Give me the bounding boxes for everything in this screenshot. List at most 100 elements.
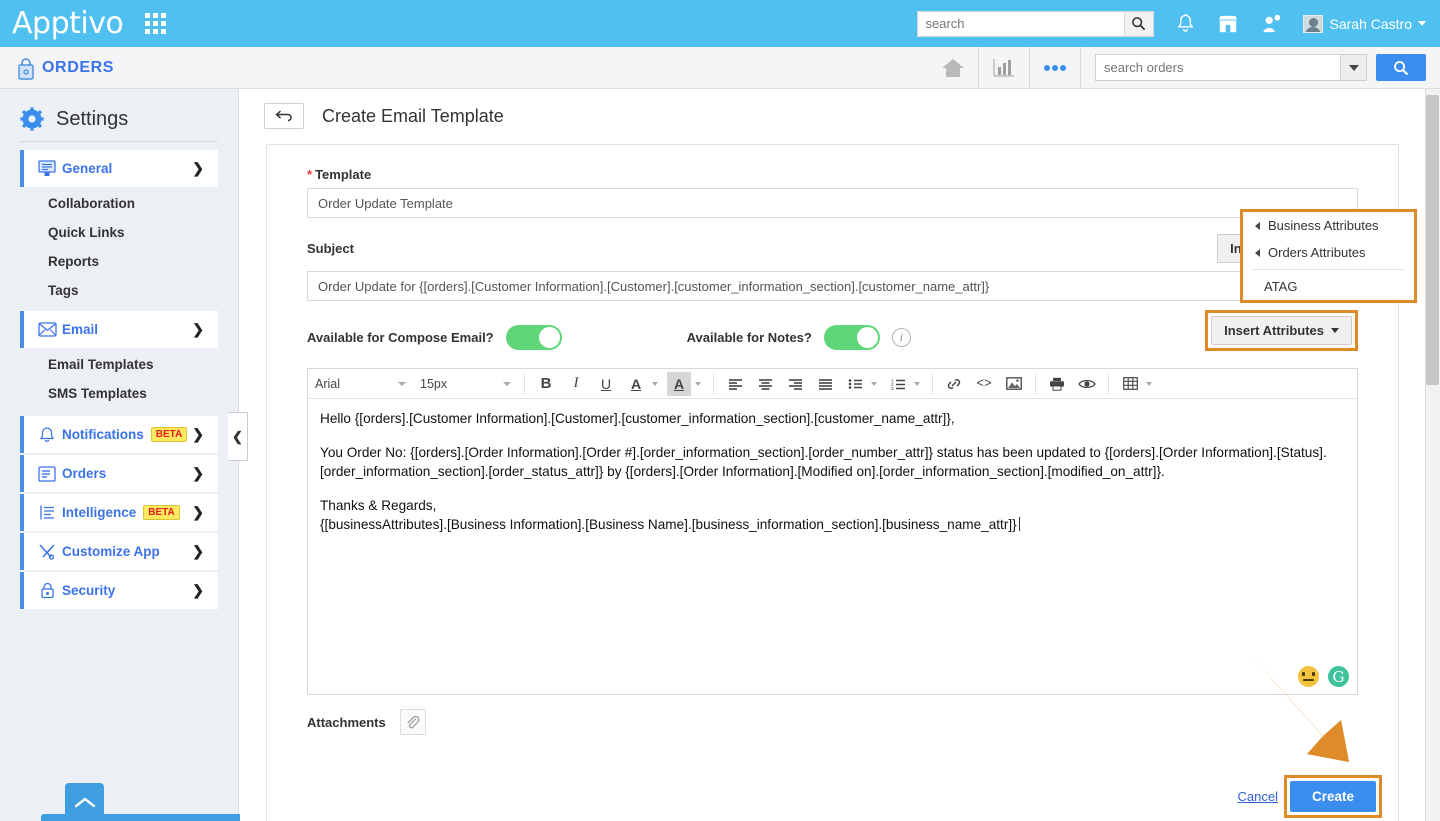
sidebar-item-orders[interactable]: Orders ❯ bbox=[20, 455, 218, 492]
info-icon[interactable]: i bbox=[891, 328, 911, 347]
sidebar-subitem-reports[interactable]: Reports bbox=[0, 247, 238, 276]
sidebar-subitem-tags[interactable]: Tags bbox=[0, 276, 238, 305]
submenu-arrow-icon bbox=[1255, 221, 1260, 230]
divider bbox=[1035, 372, 1036, 395]
form-body: *Template Subject Insert Attributes Avai… bbox=[267, 145, 1398, 735]
back-button[interactable] bbox=[264, 103, 304, 129]
sidebar-item-general[interactable]: General ❯ bbox=[20, 150, 218, 187]
apps-grid-icon[interactable] bbox=[145, 13, 167, 34]
tools-icon bbox=[32, 543, 62, 560]
align-right-icon bbox=[788, 378, 802, 390]
font-color-dropdown-icon[interactable] bbox=[652, 381, 658, 386]
chevron-down-icon bbox=[1418, 21, 1426, 26]
global-search-input[interactable] bbox=[916, 10, 1124, 37]
bullet-list-icon bbox=[848, 378, 862, 389]
notifications-bell-button[interactable] bbox=[1176, 13, 1195, 34]
notes-toggle[interactable] bbox=[823, 325, 880, 350]
sidebar-collapse-handle[interactable]: ❮ bbox=[228, 412, 248, 461]
emoji-icon[interactable] bbox=[1298, 666, 1319, 687]
orders-search-button[interactable] bbox=[1376, 54, 1426, 81]
back-arrow-icon bbox=[275, 110, 292, 122]
body-insert-attributes-button[interactable]: Insert Attributes bbox=[1211, 316, 1352, 345]
font-family-select[interactable]: Arial bbox=[308, 373, 413, 395]
sidebar-subitem-quick-links[interactable]: Quick Links bbox=[0, 218, 238, 247]
bullet-list-dropdown-icon[interactable] bbox=[871, 381, 877, 386]
menu-item-business-attributes[interactable]: Business Attributes bbox=[1243, 212, 1414, 239]
align-right-button[interactable] bbox=[783, 372, 807, 396]
insert-image-button[interactable] bbox=[1002, 372, 1026, 396]
document-lines-icon bbox=[32, 504, 62, 521]
menu-item-label: Business Attributes bbox=[1268, 218, 1379, 233]
sidebar-item-label: Customize App bbox=[62, 544, 160, 559]
print-button[interactable] bbox=[1045, 372, 1069, 396]
align-center-button[interactable] bbox=[753, 372, 777, 396]
beta-badge: BETA bbox=[143, 505, 180, 520]
toggle-knob bbox=[538, 327, 560, 348]
reports-button[interactable] bbox=[979, 47, 1029, 89]
subject-input[interactable] bbox=[307, 271, 1358, 301]
highlight-color-button[interactable]: A bbox=[667, 371, 691, 396]
bullet-list-button[interactable] bbox=[843, 372, 867, 396]
sidebar-subitem-sms-templates[interactable]: SMS Templates bbox=[0, 379, 238, 408]
create-button[interactable]: Create bbox=[1289, 781, 1376, 812]
home-button[interactable] bbox=[928, 47, 978, 89]
home-icon bbox=[942, 58, 964, 77]
page-scrollbar-track[interactable] bbox=[1425, 89, 1440, 821]
global-search[interactable] bbox=[916, 10, 1154, 37]
numbered-list-button[interactable]: 1 2 3 bbox=[886, 372, 910, 396]
sidebar-item-customize-app[interactable]: Customize App ❯ bbox=[20, 533, 218, 570]
orders-search-input[interactable] bbox=[1095, 54, 1340, 81]
insert-link-button[interactable] bbox=[942, 372, 966, 396]
chevron-down-icon bbox=[1331, 328, 1339, 333]
cancel-button[interactable]: Cancel bbox=[1238, 789, 1278, 804]
numbered-list-dropdown-icon[interactable] bbox=[914, 381, 920, 386]
underline-button[interactable]: U bbox=[594, 372, 618, 396]
user-menu[interactable]: Sarah Castro bbox=[1302, 14, 1426, 33]
sidebar-item-security[interactable]: Security ❯ bbox=[20, 572, 218, 609]
font-color-button[interactable]: A bbox=[624, 372, 648, 396]
email-body-editor[interactable]: Hello {[orders].[Customer Information].[… bbox=[308, 399, 1357, 694]
sidebar-subitem-collaboration[interactable]: Collaboration bbox=[0, 189, 238, 218]
body-line-order-status: You Order No: {[orders].[Order Informati… bbox=[320, 445, 1327, 479]
compose-email-toggle[interactable] bbox=[505, 325, 562, 350]
add-person-button[interactable] bbox=[1261, 14, 1281, 34]
attach-file-button[interactable] bbox=[399, 709, 426, 735]
sidebar-item-intelligence[interactable]: Intelligence BETA ❯ bbox=[20, 494, 218, 531]
source-code-button[interactable]: <> bbox=[972, 372, 996, 396]
page-scrollbar-thumb[interactable] bbox=[1426, 95, 1439, 385]
grammarly-icon[interactable]: G bbox=[1328, 666, 1349, 687]
font-size-select[interactable]: 15px bbox=[413, 373, 518, 395]
template-name-input[interactable] bbox=[307, 188, 1358, 218]
align-justify-button[interactable] bbox=[813, 372, 837, 396]
sidebar-item-notifications[interactable]: Notifications BETA ❯ bbox=[20, 416, 218, 453]
menu-item-atag[interactable]: ATAG bbox=[1243, 273, 1414, 300]
global-search-button[interactable] bbox=[1123, 10, 1154, 37]
align-left-button[interactable] bbox=[723, 372, 747, 396]
store-button[interactable] bbox=[1217, 14, 1239, 34]
preview-button[interactable] bbox=[1075, 372, 1099, 396]
sidebar-item-email[interactable]: Email ❯ bbox=[20, 311, 218, 348]
chevron-right-icon: ❯ bbox=[192, 465, 204, 481]
toggle-knob bbox=[856, 327, 878, 348]
body-line-business-name: {[businessAttributes].[Business Informat… bbox=[320, 515, 1345, 534]
scroll-to-top-button[interactable] bbox=[65, 783, 104, 821]
menu-item-orders-attributes[interactable]: Orders Attributes bbox=[1243, 239, 1414, 266]
bell-icon bbox=[32, 426, 62, 443]
align-center-icon bbox=[758, 378, 772, 390]
table-dropdown-icon[interactable] bbox=[1146, 381, 1152, 386]
sidebar-subitem-label: Reports bbox=[48, 254, 100, 269]
subject-header-row: Subject Insert Attributes bbox=[307, 234, 1358, 263]
bold-button[interactable]: B bbox=[534, 372, 558, 396]
divider bbox=[1252, 269, 1405, 270]
chevron-up-icon bbox=[74, 796, 95, 807]
highlight-color-dropdown-icon[interactable] bbox=[695, 381, 701, 386]
apptivo-logo[interactable]: Apptivo bbox=[12, 8, 124, 39]
more-options-button[interactable] bbox=[1030, 47, 1080, 89]
chevron-right-icon: ❯ bbox=[192, 426, 204, 442]
font-size-value: 15px bbox=[420, 376, 448, 391]
orders-search-dropdown[interactable] bbox=[1340, 54, 1367, 81]
italic-button[interactable]: I bbox=[564, 372, 588, 396]
sidebar-subitem-email-templates[interactable]: Email Templates bbox=[0, 350, 238, 379]
insert-table-button[interactable] bbox=[1118, 372, 1142, 396]
lock-icon bbox=[32, 582, 62, 599]
